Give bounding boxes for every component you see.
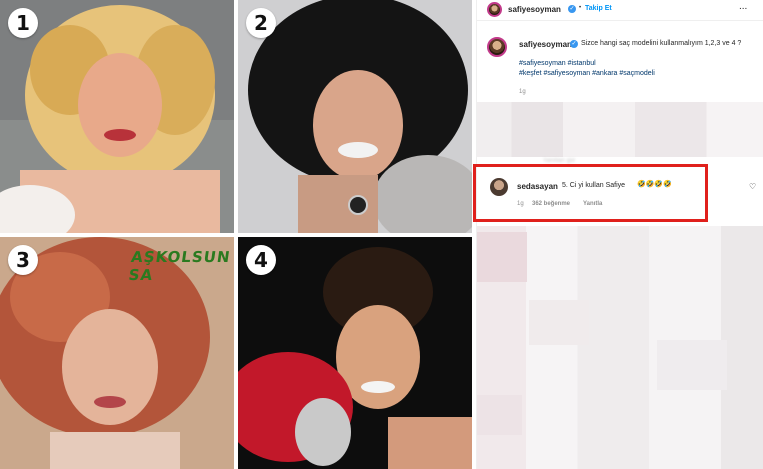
caption-hashtags-2[interactable]: #keşfet #safiyesoyman #ankara #saçmodeli (519, 69, 655, 79)
photo-number-badge: 1 (8, 8, 38, 38)
photo-2: 2 (238, 0, 472, 233)
photo-3: AŞKOLSUN SA 3 (0, 237, 234, 469)
header-separator: • (579, 5, 582, 11)
photo-collage: 1 2 AŞKOLSUN SA 3 4 (0, 0, 472, 469)
caption-text: Sizce hangi saç modelini kullanmalıyım 1… (581, 40, 742, 47)
blurred-block (529, 300, 589, 345)
post-header: safiyesoyman ✓ • Takip Et ... (477, 0, 763, 21)
more-options-icon[interactable]: ... (739, 1, 747, 12)
blurred-block (477, 395, 522, 435)
photo-4-image (238, 237, 472, 469)
blurred-block (477, 232, 527, 282)
caption-time: 1g (519, 89, 526, 95)
photo-4: 4 (238, 237, 472, 469)
header-username[interactable]: safiyesoyman (508, 5, 561, 14)
photo-number-badge: 4 (246, 245, 276, 275)
photo-1: 1 (0, 0, 234, 233)
album-title-text: AŞKOLSUN SA (127, 248, 232, 284)
photo-number-badge: 2 (246, 8, 276, 38)
photo-1-image (0, 0, 234, 233)
blurred-block (657, 340, 727, 390)
verified-badge-icon: ✓ (570, 40, 578, 48)
instagram-post-panel: safiyesoyman ✓ • Takip Et ... safiyesoym… (476, 0, 763, 469)
avatar[interactable] (487, 2, 502, 17)
like-icon[interactable]: ♡ (749, 182, 756, 191)
highlight-box (473, 164, 708, 222)
photo-2-image (238, 0, 472, 233)
caption-username[interactable]: safiyesoyman (519, 40, 572, 49)
avatar[interactable] (487, 37, 507, 57)
verified-badge-icon: ✓ (568, 5, 576, 13)
follow-button[interactable]: Takip Et (585, 5, 612, 12)
caption-hashtags-1[interactable]: #safiyesoyman #istanbul (519, 59, 596, 69)
blurred-area (477, 102, 763, 157)
photo-number-badge: 3 (8, 245, 38, 275)
